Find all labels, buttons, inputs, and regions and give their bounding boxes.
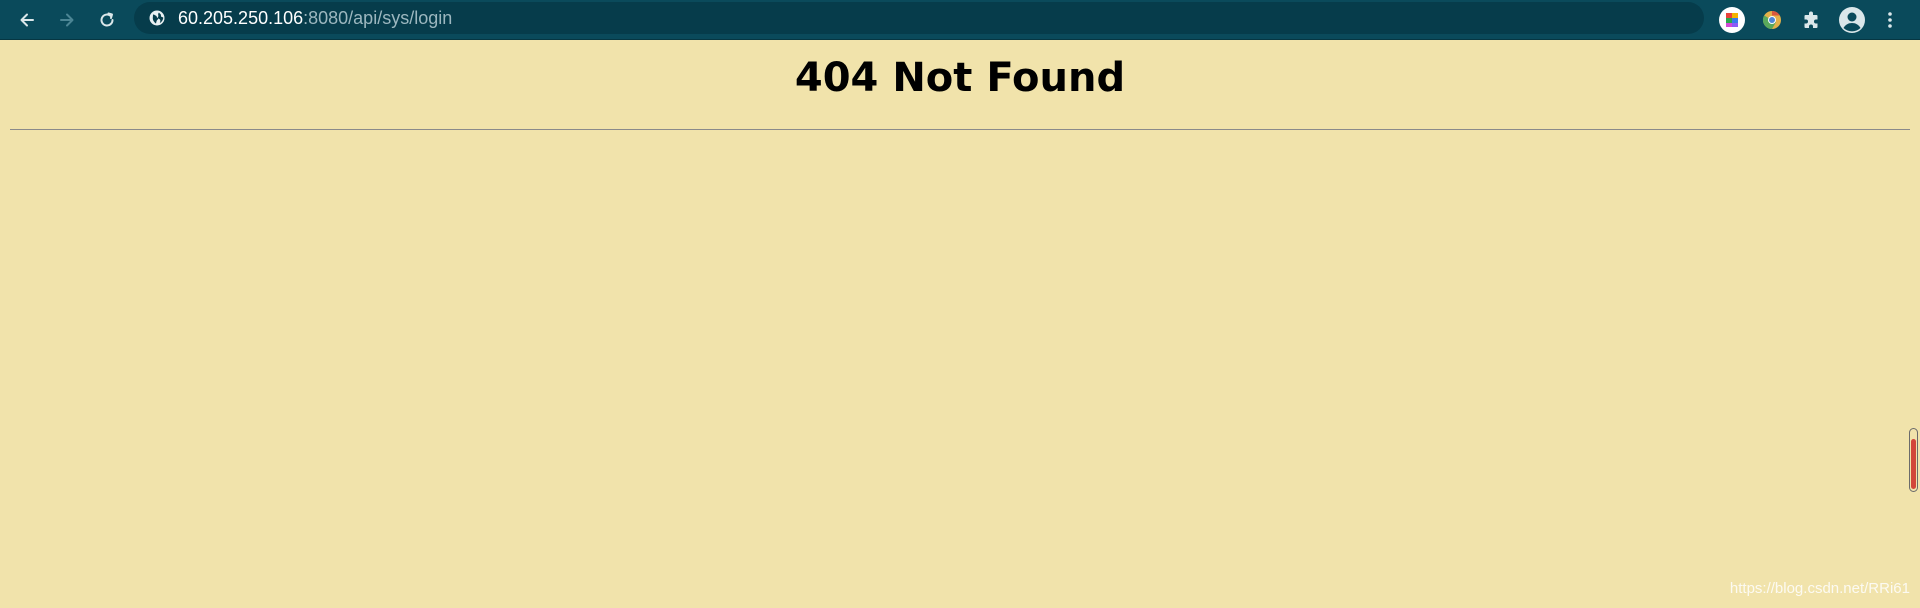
watermark: https://blog.csdn.net/RRi61 bbox=[1729, 580, 1910, 597]
color-grid-extension-button[interactable] bbox=[1715, 3, 1749, 37]
profile-button[interactable] bbox=[1835, 3, 1869, 37]
kebab-menu-icon bbox=[1888, 12, 1892, 28]
reload-button[interactable] bbox=[90, 3, 124, 37]
reload-icon bbox=[100, 12, 114, 27]
browser-menu-button[interactable] bbox=[1873, 3, 1907, 37]
side-scroll-widget[interactable] bbox=[1909, 428, 1918, 492]
url-port-path: :8080/api/sys/login bbox=[303, 8, 453, 28]
url-host: 60.205.250.106 bbox=[178, 8, 304, 28]
arrow-left-icon bbox=[20, 13, 34, 27]
scroll-thumb[interactable] bbox=[1911, 439, 1916, 489]
arrow-right-icon bbox=[60, 13, 74, 27]
page-title: 404 Not Found bbox=[794, 55, 1126, 101]
chrome-extension-icon bbox=[1762, 10, 1781, 30]
browser-toolbar: 60.205.250.106:8080/api/sys/login bbox=[0, 0, 1920, 40]
url-text[interactable]: 60.205.250.106:8080/api/sys/login bbox=[178, 8, 452, 28]
extensions-button[interactable] bbox=[1795, 3, 1829, 37]
address-bar[interactable]: 60.205.250.106:8080/api/sys/login bbox=[134, 2, 1704, 34]
color-grid-extension-icon bbox=[1719, 7, 1745, 33]
puzzle-icon bbox=[1804, 11, 1818, 28]
profile-avatar-icon bbox=[1839, 7, 1865, 33]
globe-icon[interactable] bbox=[149, 10, 165, 26]
back-button[interactable] bbox=[10, 3, 44, 37]
chrome-extension-button[interactable] bbox=[1755, 3, 1789, 37]
forward-button[interactable] bbox=[50, 3, 84, 37]
horizontal-divider bbox=[10, 129, 1910, 130]
